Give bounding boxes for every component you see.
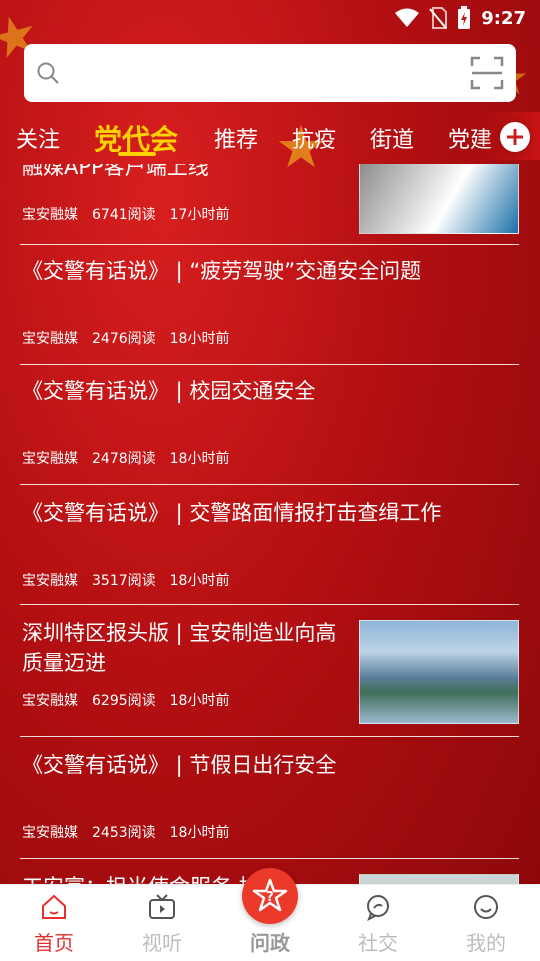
smile-face-icon (474, 895, 498, 919)
news-reads: 2476阅读 (92, 331, 156, 347)
news-time: 18小时前 (169, 331, 230, 347)
news-thumbnail (359, 164, 519, 234)
active-tab-indicator (118, 152, 156, 156)
svg-text:?: ? (266, 890, 274, 905)
tabbar-social[interactable]: 社交 (324, 885, 432, 961)
tabbar-label: 首页 (34, 931, 74, 955)
question-star-icon: ? (252, 878, 288, 912)
tabbar-mine[interactable]: 我的 (432, 885, 540, 961)
list-item[interactable]: 《交警有话说》 | “疲劳驾驶”交通安全问题 宝安融媒 2476阅读 18小时前 (20, 244, 519, 365)
news-title: 《交警有话说》 | 节假日出行安全 (22, 753, 337, 777)
search-bar[interactable] (24, 44, 516, 102)
news-reads: 2453阅读 (92, 825, 156, 841)
news-meta: 宝安融媒 3517阅读 18小时前 (22, 570, 229, 590)
news-meta: 宝安融媒 2476阅读 18小时前 (22, 328, 229, 348)
news-title: 《交警有话说》 | 交警路面情报打击查缉工作 (22, 501, 442, 525)
news-source: 宝安融媒 (22, 451, 78, 467)
list-item[interactable]: 《交警有话说》 | 节假日出行安全 宝安融媒 2453阅读 18小时前 (20, 736, 519, 859)
tabbar-home[interactable]: 首页 (0, 885, 108, 961)
news-title: 《交警有话说》 | “疲劳驾驶”交通安全问题 (22, 259, 422, 283)
search-icon (37, 62, 59, 84)
news-reads: 2478阅读 (92, 451, 156, 467)
news-source: 宝安融媒 (22, 207, 78, 223)
tabbar-label: 视听 (142, 931, 182, 955)
wenzheng-button[interactable]: ? (242, 868, 298, 924)
news-time: 18小时前 (169, 573, 230, 589)
news-title: 深圳特区报头版 | 宝安制造业向高质量迈进 (22, 621, 337, 675)
news-source: 宝安融媒 (22, 331, 78, 347)
tab-anti-epidemic[interactable]: 抗疫 (292, 122, 336, 154)
list-item[interactable]: 深圳特区报头版 | 宝安制造业向高质量迈进 宝安融媒 6295阅读 18小时前 (20, 604, 519, 737)
no-sim-icon (429, 7, 448, 29)
news-thumbnail (359, 620, 519, 724)
list-item[interactable]: 融媒APP客户端上线 宝安融媒 6741阅读 17小时前 (20, 164, 519, 245)
news-meta: 宝安融媒 6295阅读 18小时前 (22, 690, 229, 710)
news-source: 宝安融媒 (22, 825, 78, 841)
news-reads: 6741阅读 (92, 207, 156, 223)
news-time: 18小时前 (169, 451, 230, 467)
tab-follow[interactable]: 关注 (16, 122, 60, 154)
news-source: 宝安融媒 (22, 573, 78, 589)
tabbar-label: 我的 (466, 931, 506, 955)
tv-icon (149, 894, 175, 919)
add-channel-button[interactable] (500, 122, 530, 152)
status-time: 9:27 (481, 7, 526, 29)
news-time: 17小时前 (169, 207, 230, 223)
news-meta: 宝安融媒 2453阅读 18小时前 (22, 822, 229, 842)
news-time: 18小时前 (169, 693, 230, 709)
news-source: 宝安融媒 (22, 693, 78, 709)
plus-icon (507, 129, 523, 145)
news-meta: 宝安融媒 6741阅读 17小时前 (22, 204, 229, 224)
scan-icon[interactable] (470, 56, 504, 90)
search-input[interactable] (74, 56, 478, 92)
category-tabs: 关注 党代会 推荐 抗疫 街道 党建 (0, 112, 540, 164)
news-title: 《交警有话说》 | 校园交通安全 (22, 379, 316, 403)
news-title: 融媒APP客户端上线 (22, 164, 209, 179)
news-meta: 宝安融媒 2478阅读 18小时前 (22, 448, 229, 468)
home-icon (42, 894, 66, 919)
chat-bubble-icon (367, 895, 389, 921)
tab-recommend[interactable]: 推荐 (214, 122, 258, 154)
news-time: 18小时前 (169, 825, 230, 841)
tab-street[interactable]: 街道 (370, 122, 414, 154)
tabbar-label: 社交 (358, 931, 398, 955)
tabbar-av[interactable]: 视听 (108, 885, 216, 961)
list-item[interactable]: 《交警有话说》 | 校园交通安全 宝安融媒 2478阅读 18小时前 (20, 364, 519, 485)
tabbar-label: 问政 (250, 931, 290, 955)
wifi-icon (395, 8, 420, 27)
list-item[interactable]: 《交警有话说》 | 交警路面情报打击查缉工作 宝安融媒 3517阅读 18小时前 (20, 484, 519, 605)
news-thumbnail (359, 874, 519, 884)
news-reads: 6295阅读 (92, 693, 156, 709)
status-bar: 9:27 (0, 0, 540, 36)
news-feed: 融媒APP客户端上线 宝安融媒 6741阅读 17小时前 《交警有话说》 | “… (0, 164, 540, 884)
battery-charging-icon (458, 6, 471, 29)
news-reads: 3517阅读 (92, 573, 156, 589)
